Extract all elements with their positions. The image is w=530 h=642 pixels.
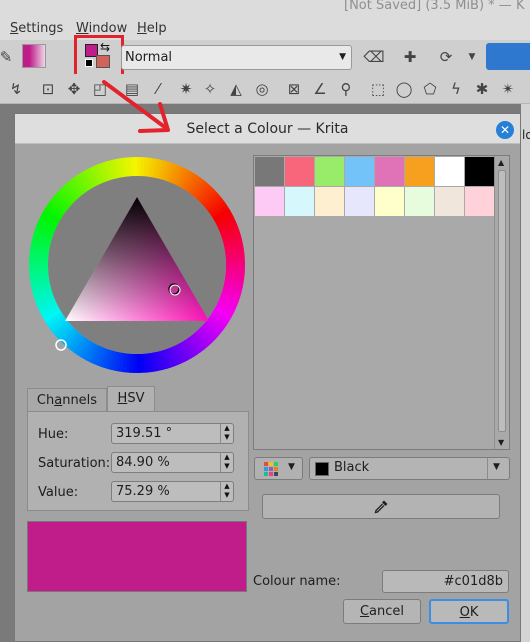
color-wheel-graphic[interactable] <box>29 157 245 373</box>
chevron-down-icon: ▼ <box>288 462 295 472</box>
color-preview <box>27 521 247 592</box>
polygon-select-icon[interactable]: ⬠ <box>420 79 440 99</box>
rect-select-icon[interactable]: ⬚ <box>368 79 388 99</box>
preset-menu-chevron-icon[interactable]: ▼ <box>462 47 482 67</box>
move-icon[interactable]: ✥ <box>64 79 84 99</box>
scroll-down-icon[interactable]: ▼ <box>498 438 504 447</box>
crop-icon[interactable]: ⊡ <box>38 79 58 99</box>
hue-label: Hue: <box>38 427 69 442</box>
value-spinbox[interactable]: 75.29 % ▲ ▼ <box>111 481 234 502</box>
freehand-select-icon[interactable]: ϟ <box>446 79 466 99</box>
reload-preset-icon[interactable]: ⟳ <box>436 47 456 67</box>
value-value: 75.29 % <box>116 484 170 499</box>
named-color-dropdown[interactable]: Black ▼ <box>309 457 510 480</box>
palette-swatch[interactable] <box>315 157 344 186</box>
palette-chooser-button[interactable]: ▼ <box>254 457 303 480</box>
brush-presets-icon[interactable]: ✎ <box>0 47 16 67</box>
value-stepper-icon[interactable]: ▲ ▼ <box>220 482 233 501</box>
menu-window[interactable]: Window <box>76 21 127 36</box>
alpha-lock-icon[interactable]: ✚ <box>400 47 420 67</box>
value-label: Value: <box>38 485 79 500</box>
palette-swatch[interactable] <box>255 157 284 186</box>
palette-swatch[interactable] <box>285 187 314 216</box>
palette-swatch[interactable] <box>405 157 434 186</box>
tab-channels[interactable]: Channels <box>27 388 107 412</box>
fill-tool-icon[interactable]: ◭ <box>226 79 246 99</box>
dropdown-separator <box>487 458 488 479</box>
docker-edge-glyph: lo <box>522 128 530 142</box>
hue-spinbox[interactable]: 319.51 ° ▲ ▼ <box>111 423 234 444</box>
scroll-thumb[interactable] <box>498 170 506 432</box>
freehand-path-icon[interactable]: ↯ <box>6 79 26 99</box>
multibrush-icon[interactable]: ✧ <box>200 79 220 99</box>
select-colour-dialog: Select a Colour — Krita ✕ Channels HSV H… <box>14 113 521 642</box>
palette-swatch[interactable] <box>435 187 464 216</box>
tab-hsv[interactable]: HSV <box>107 386 155 412</box>
palette-swatch[interactable] <box>345 157 374 186</box>
hsv-color-wheel[interactable] <box>29 157 245 373</box>
gradient-tool-icon[interactable]: ▤ <box>122 79 142 99</box>
palette-grid-icon <box>264 462 278 476</box>
docker-edge: lo <box>521 104 530 642</box>
palette-swatch[interactable] <box>255 187 284 216</box>
selected-color-swatch <box>315 462 329 476</box>
menu-help[interactable]: Help <box>137 21 167 36</box>
menu-settings[interactable]: Settings <box>10 21 63 36</box>
palette-swatch[interactable] <box>465 187 494 216</box>
palette-swatch[interactable] <box>465 157 494 186</box>
palette-swatch[interactable] <box>345 187 374 216</box>
palette-swatch[interactable] <box>435 157 464 186</box>
hue-value: 319.51 ° <box>116 426 173 441</box>
enclose-fill-icon[interactable]: ◎ <box>252 79 272 99</box>
transform-icon[interactable]: ◰ <box>90 79 110 99</box>
palette-swatch[interactable] <box>375 187 404 216</box>
hsv-panel: Hue: 319.51 ° ▲ ▼ Saturation: 84.90 % ▲ ▼ … <box>27 411 249 511</box>
highlight-box <box>74 35 124 79</box>
dialog-title-bar: Select a Colour — Krita ✕ <box>15 114 520 144</box>
window-title-bar: [Not Saved] (3.5 MiB) * — K <box>0 0 530 18</box>
saturation-stepper-icon[interactable]: ▲ ▼ <box>220 453 233 472</box>
ok-button[interactable]: OK <box>429 599 509 624</box>
hue-stepper-icon[interactable]: ▲ ▼ <box>220 424 233 443</box>
blend-mode-dropdown[interactable]: Normal ▼ <box>121 45 352 70</box>
gradient-swatch[interactable] <box>22 44 46 68</box>
workspace-button[interactable] <box>486 43 530 70</box>
selected-color-name: Black <box>334 460 370 475</box>
color-sampler-icon[interactable]: ⁄ <box>148 79 168 99</box>
chevron-down-icon: ▼ <box>493 462 500 472</box>
saturation-spinbox[interactable]: 84.90 % ▲ ▼ <box>111 452 234 473</box>
eyedropper-icon <box>374 500 388 513</box>
assistant-tool-icon[interactable]: ⊠ <box>284 79 304 99</box>
smart-patch-icon[interactable]: ✷ <box>176 79 196 99</box>
scroll-up-icon[interactable]: ▲ <box>498 158 504 167</box>
close-icon[interactable]: ✕ <box>496 121 514 139</box>
reference-pin-icon[interactable]: ⚲ <box>336 79 356 99</box>
saturation-value: 84.90 % <box>116 455 170 470</box>
palette-swatch[interactable] <box>315 187 344 216</box>
palette-swatch[interactable] <box>285 157 314 186</box>
palette-scrollbar[interactable]: ▲ ▼ <box>494 156 509 449</box>
window-title: [Not Saved] (3.5 MiB) * — K <box>344 0 525 13</box>
dialog-title: Select a Colour — Krita <box>186 121 349 137</box>
measure-tool-icon[interactable]: ∠ <box>310 79 330 99</box>
palette-view[interactable]: ▲ ▼ <box>253 155 510 450</box>
swatch-grid[interactable] <box>255 157 494 216</box>
palette-swatch[interactable] <box>375 157 404 186</box>
ellipse-select-icon[interactable]: ◯ <box>394 79 414 99</box>
chevron-down-icon: ▼ <box>339 52 346 62</box>
palette-swatch[interactable] <box>405 187 434 216</box>
saturation-label: Saturation: <box>38 456 111 471</box>
blend-mode-value: Normal <box>125 50 173 65</box>
colour-name-input[interactable]: #c01d8b <box>382 570 509 593</box>
eraser-icon[interactable]: ⌫ <box>363 47 384 67</box>
contiguous-select-icon[interactable]: ✱ <box>472 79 492 99</box>
cancel-button[interactable]: Cancel <box>343 599 421 624</box>
screen-color-picker-button[interactable] <box>262 494 500 519</box>
colour-name-label: Colour name: <box>253 574 341 589</box>
similar-select-icon[interactable]: ✴ <box>498 79 518 99</box>
